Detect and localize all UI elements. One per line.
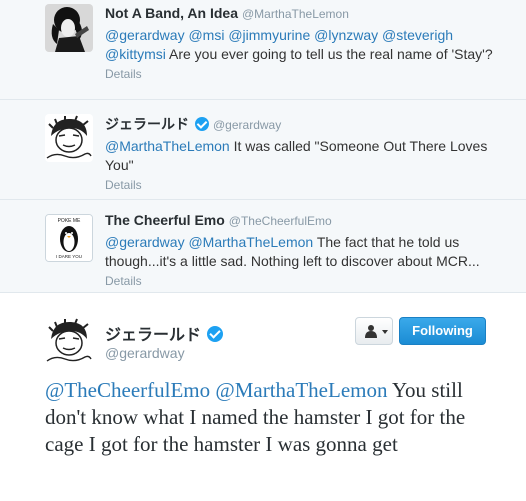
caret-down-icon	[382, 330, 388, 334]
details-link[interactable]: Details	[105, 274, 496, 288]
author-handle[interactable]: @TheCheerfulEmo	[229, 214, 332, 228]
reply-header: The Cheerful Emo @TheCheerfulEmo	[105, 211, 496, 230]
reply-content: ジェラールド @gerardway @MarthaTheLemon It was …	[105, 115, 496, 192]
tweet-text: @gerardway @msi @jimmyurine @lynzway @st…	[105, 26, 496, 64]
author-name[interactable]: ジェラールド	[105, 116, 189, 132]
avatar-top-text: POKE ME	[58, 218, 81, 224]
tweet-body: Are you ever going to tell us the real n…	[165, 46, 493, 62]
tweet-text: @MarthaTheLemon It was called "Someone O…	[105, 137, 496, 175]
verified-icon	[207, 326, 224, 342]
author-handle[interactable]: @gerardway	[213, 118, 281, 132]
mention-links[interactable]: @TheCheerfulEmo @MarthaTheLemon	[45, 378, 387, 402]
avatar-bottom-text: I DARE YOU	[56, 254, 82, 259]
user-actions-dropdown[interactable]	[355, 317, 393, 345]
author-handle[interactable]: @gerardway	[105, 345, 185, 361]
main-tweet: ジェラールド @gerardway Following @TheCheerful…	[0, 293, 526, 501]
reply-content: Not A Band, An Idea @MarthaTheLemon @gera…	[105, 4, 496, 81]
avatar[interactable]	[45, 114, 93, 162]
main-author-name-row: ジェラールド	[105, 321, 224, 345]
tweet-text: @gerardway @MarthaTheLemon The fact that…	[105, 233, 496, 271]
details-link[interactable]: Details	[105, 67, 496, 81]
author-name[interactable]: ジェラールド	[105, 327, 201, 344]
author-name[interactable]: Not A Band, An Idea	[105, 5, 238, 21]
avatar[interactable]	[45, 317, 93, 365]
reply-tweet[interactable]: ジェラールド @gerardway @MarthaTheLemon It was …	[0, 100, 526, 200]
reply-content: The Cheerful Emo @TheCheerfulEmo @gerardw…	[105, 211, 496, 288]
reply-tweet[interactable]: POKE ME I DARE YOU The Cheerful Emo @TheC…	[0, 200, 526, 293]
reply-header: Not A Band, An Idea @MarthaTheLemon	[105, 4, 496, 23]
verified-icon	[195, 117, 209, 131]
details-link[interactable]: Details	[105, 178, 496, 192]
main-tweet-text: @TheCheerfulEmo @MarthaTheLemon You stil…	[45, 377, 495, 458]
reply-tweet[interactable]: Not A Band, An Idea @MarthaTheLemon @gera…	[0, 0, 526, 100]
author-handle[interactable]: @MarthaTheLemon	[242, 7, 349, 21]
mention-links[interactable]: @gerardway @MarthaTheLemon	[105, 234, 313, 250]
following-button[interactable]: Following	[399, 317, 486, 345]
user-icon	[365, 325, 377, 338]
reply-header: ジェラールド @gerardway	[105, 115, 496, 134]
mention-links[interactable]: @MarthaTheLemon	[105, 138, 230, 154]
author-name[interactable]: The Cheerful Emo	[105, 212, 225, 228]
conversation-thread: Not A Band, An Idea @MarthaTheLemon @gera…	[0, 0, 526, 293]
avatar[interactable]: POKE ME I DARE YOU	[45, 214, 93, 262]
avatar[interactable]	[45, 4, 93, 52]
